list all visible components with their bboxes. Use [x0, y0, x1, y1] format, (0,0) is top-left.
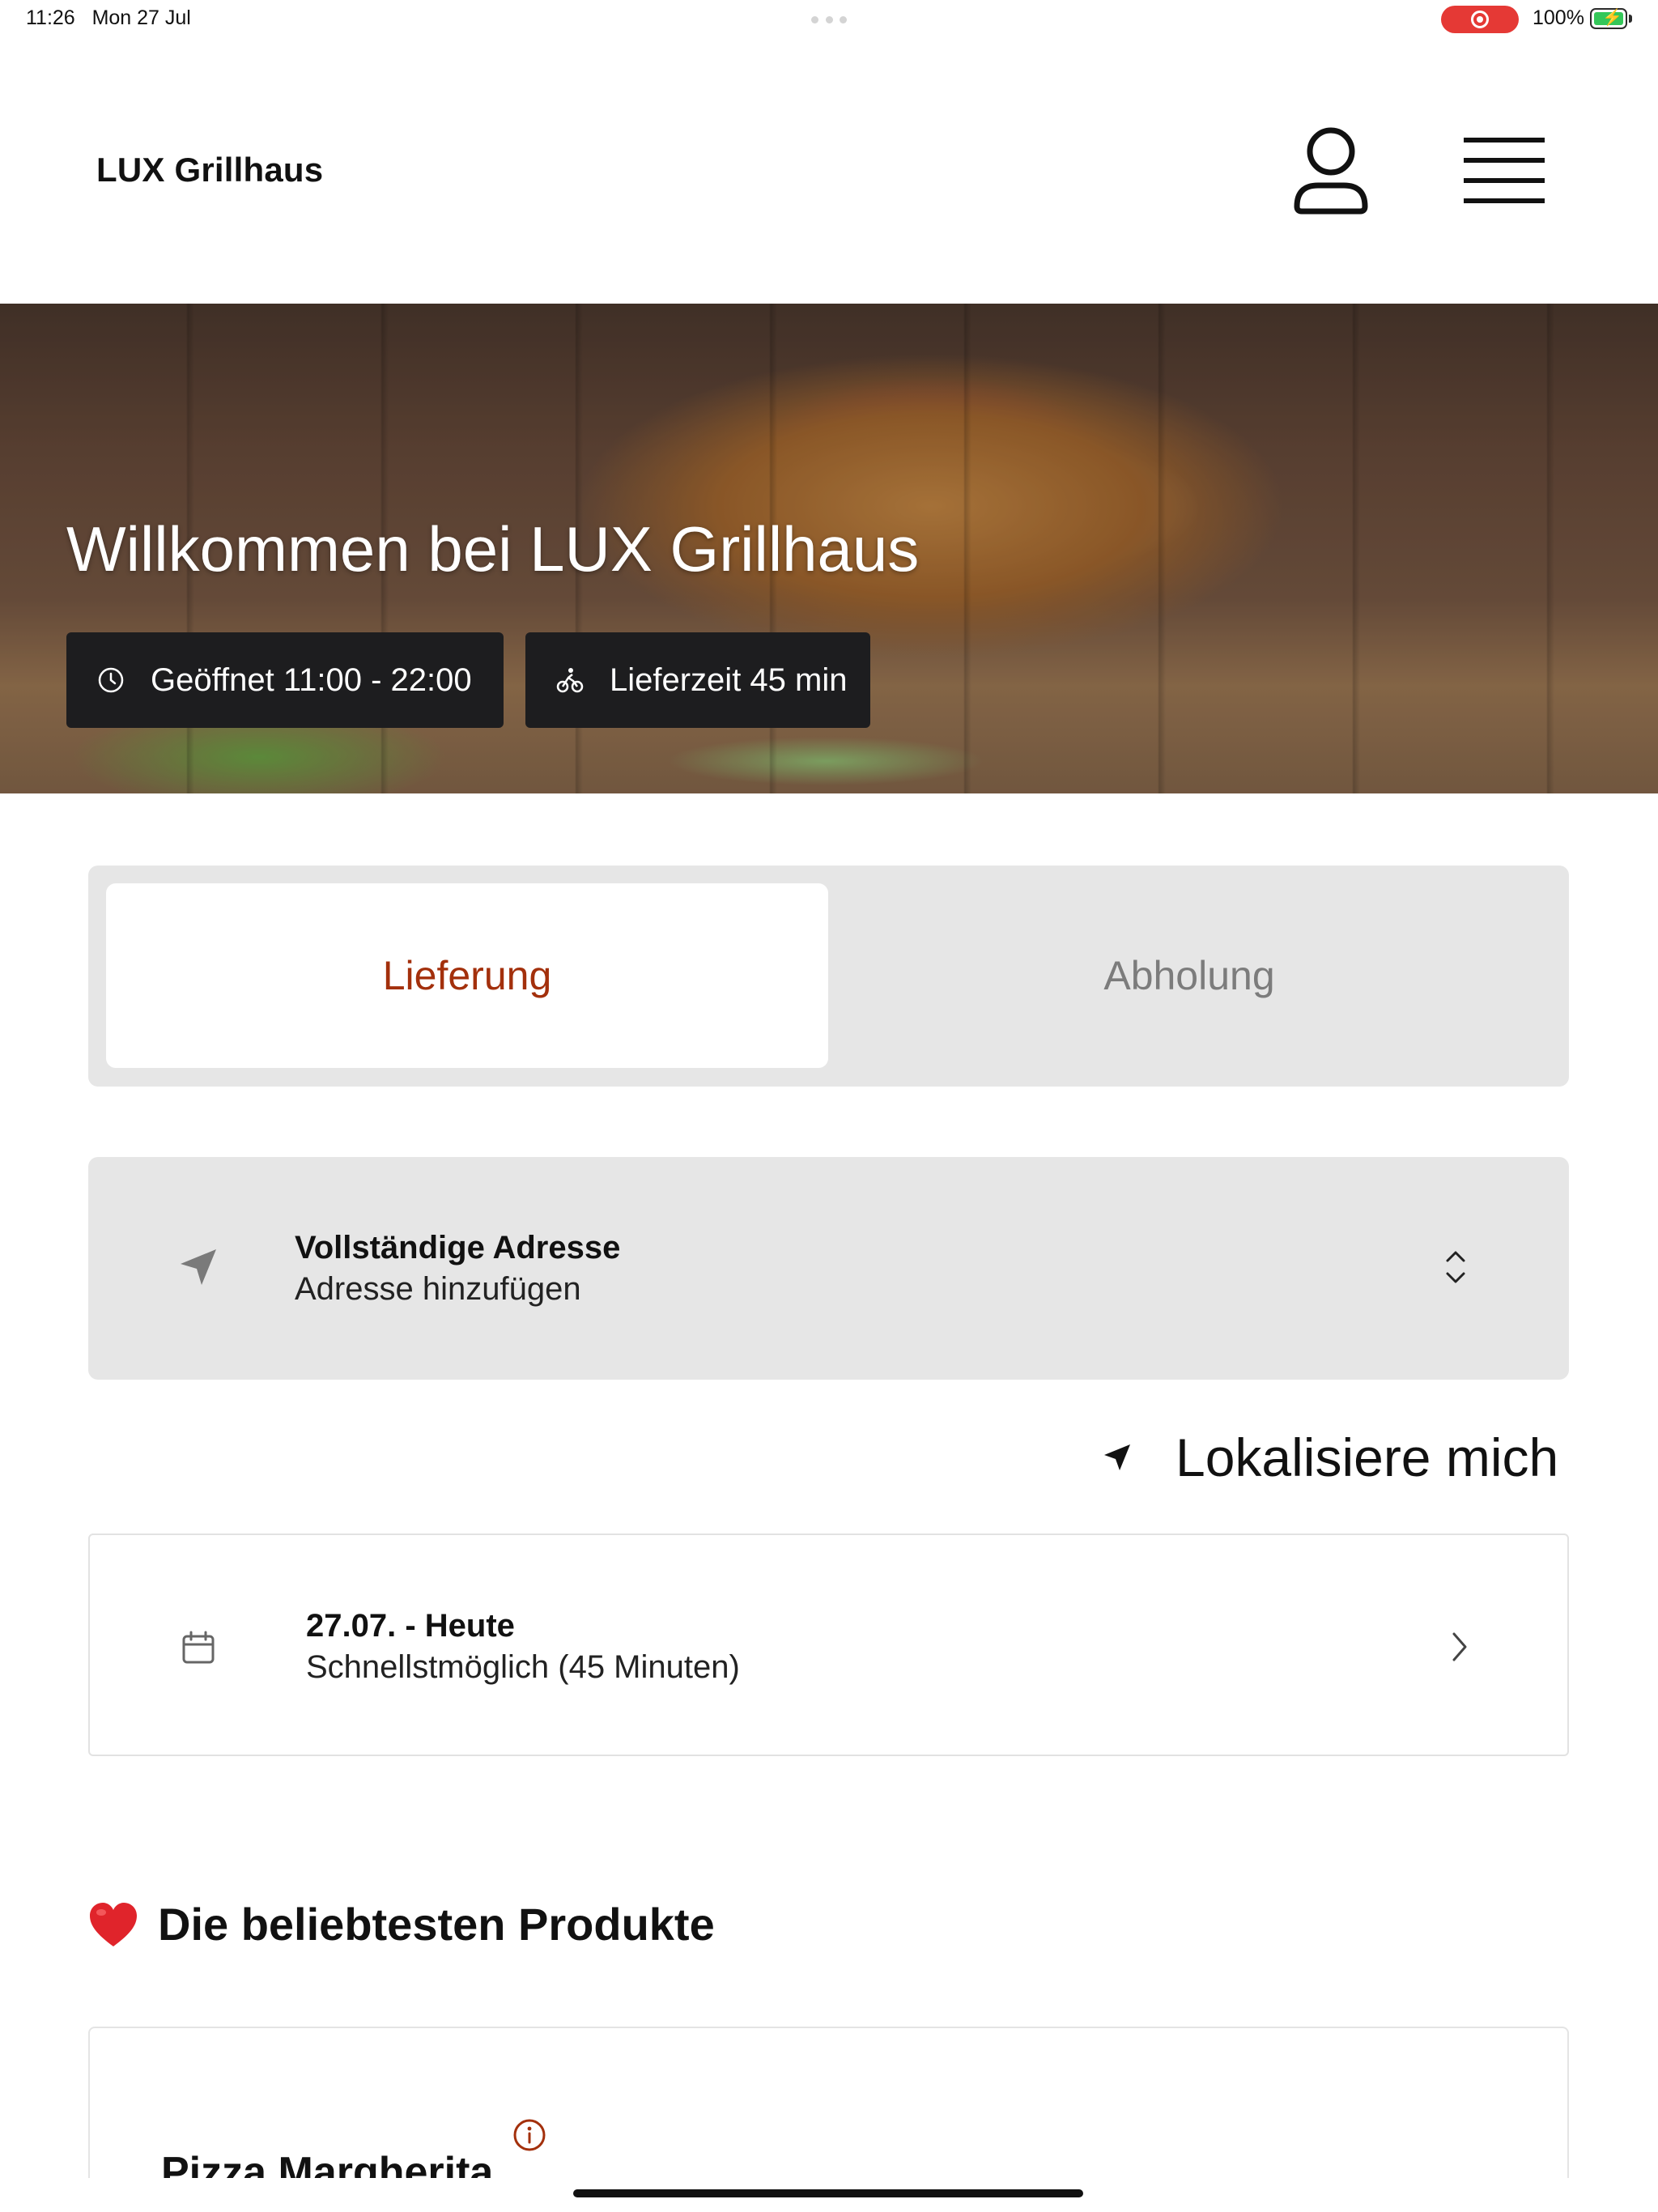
locate-me-label: Lokalisiere mich: [1175, 1427, 1559, 1487]
calendar-icon: [182, 1631, 215, 1664]
home-indicator[interactable]: [573, 2189, 1083, 2197]
schedule-title: 27.07. - Heute: [306, 1608, 515, 1644]
popular-products-title: Die beliebtesten Produkte: [158, 1899, 715, 1950]
location-arrow-icon: [181, 1249, 216, 1285]
opening-hours-label: Geöffnet 11:00 - 22:00: [151, 661, 472, 698]
opening-hours-chip: Geöffnet 11:00 - 22:00: [66, 632, 504, 728]
user-icon: [1294, 127, 1368, 215]
delivery-time-chip: Lieferzeit 45 min: [525, 632, 870, 728]
battery-icon: [1590, 7, 1627, 29]
address-title: Vollständige Adresse: [295, 1230, 621, 1266]
info-icon[interactable]: [512, 2118, 546, 2152]
order-mode-toggle: Lieferung Abholung: [88, 866, 1569, 1087]
location-arrow-icon: [1104, 1444, 1130, 1470]
battery-percent: 100%: [1533, 6, 1584, 29]
clock-icon: [98, 667, 124, 693]
chevron-right-icon: [1452, 1632, 1467, 1661]
tab-delivery[interactable]: Lieferung: [106, 883, 828, 1068]
account-button[interactable]: [1292, 125, 1370, 216]
delivery-time-label: Lieferzeit 45 min: [610, 661, 848, 698]
chevron-up-down-icon: [1446, 1251, 1465, 1283]
delivery-time-selector[interactable]: 27.07. - Heute Schnellstmöglich (45 Minu…: [88, 1534, 1569, 1756]
schedule-subtitle: Schnellstmöglich (45 Minuten): [306, 1649, 740, 1685]
status-time: 11:26 Mon 27 Jul: [26, 6, 191, 30]
menu-button[interactable]: [1464, 136, 1545, 206]
bike-icon: [556, 668, 584, 693]
locate-me-button[interactable]: Lokalisiere mich: [1101, 1425, 1558, 1490]
hero-title: Willkommen bei LUX Grillhaus: [66, 513, 920, 585]
status-clock: 11:26: [26, 6, 75, 29]
battery-cap: [1629, 15, 1632, 23]
multitasking-dots[interactable]: [811, 16, 847, 23]
address-subtitle: Adresse hinzufügen: [295, 1271, 581, 1307]
record-icon: [1471, 11, 1489, 28]
screen-recording-indicator[interactable]: [1441, 6, 1519, 33]
brand-title[interactable]: LUX Grillhaus: [96, 151, 323, 189]
status-bar: 11:26 Mon 27 Jul 100%: [0, 0, 1658, 39]
tab-pickup[interactable]: Abholung: [828, 883, 1550, 1068]
popular-products-heading: Die beliebtesten Produkte: [88, 1898, 715, 1950]
menu-icon: [1464, 138, 1545, 203]
hero-banner: Willkommen bei LUX Grillhaus Geöffnet 11…: [0, 304, 1658, 793]
heart-icon: [90, 1902, 137, 1946]
status-date: Mon 27 Jul: [91, 6, 191, 29]
address-selector[interactable]: Vollständige Adresse Adresse hinzufügen: [88, 1157, 1569, 1380]
